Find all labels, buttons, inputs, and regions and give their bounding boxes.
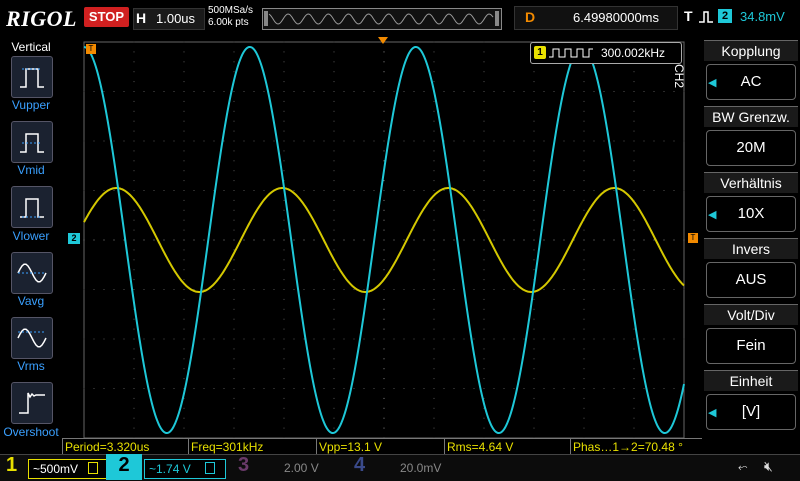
ch2-number[interactable]: 2 xyxy=(106,454,142,480)
measure-button-vupper[interactable] xyxy=(11,56,53,98)
speaker-muted-icon[interactable]: 🔇︎ xyxy=(764,458,773,475)
trigger-label: T xyxy=(684,8,693,24)
sample-rate: 500MSa/s xyxy=(208,5,254,16)
counter-channel: 1 xyxy=(534,46,546,59)
measure-label-vmid: Vmid xyxy=(17,163,45,177)
trigger-level: 34.8mV xyxy=(740,9,785,24)
ch1-bw-icon xyxy=(88,462,98,474)
measure-label-overshoot: Overshoot xyxy=(3,425,59,439)
memory-depth: 6.00k pts xyxy=(208,17,249,28)
rising-edge-icon xyxy=(699,11,713,23)
square-wave-icon xyxy=(549,48,593,58)
menu-title-kopplung: Kopplung xyxy=(704,40,798,61)
ch2-bw-icon xyxy=(205,462,215,474)
measure-category-title: Vertical xyxy=(11,40,51,54)
menu-value-kopplung[interactable]: AC xyxy=(706,64,796,100)
menu-value-bw-grenzw[interactable]: 20M xyxy=(706,130,796,166)
menu-title-bw-grenzw: BW Grenzw. xyxy=(704,106,798,127)
measurement-frequency[interactable]: Freq=301kHz xyxy=(188,438,316,454)
measure-button-vlower[interactable] xyxy=(11,186,53,228)
memory-position-bar[interactable] xyxy=(262,8,502,30)
trigger-level-marker[interactable]: T xyxy=(688,233,698,243)
measurement-vpp[interactable]: Vpp=13.1 V xyxy=(316,438,444,454)
measure-label-vrms: Vrms xyxy=(17,359,45,373)
delay-offset[interactable]: D 6.49980000ms xyxy=(514,6,678,30)
measure-button-overshoot[interactable] xyxy=(11,382,53,424)
horizontal-scale-value: 1.00us xyxy=(156,11,196,26)
measure-label-vavg: Vavg xyxy=(17,294,45,308)
menu-arrow-icon: ◀ xyxy=(708,209,717,221)
ch4-number[interactable]: 4 xyxy=(354,454,365,477)
vlower-icon xyxy=(20,198,44,218)
horizontal-label: H xyxy=(136,10,147,26)
vupper-icon xyxy=(20,68,44,88)
graticule xyxy=(83,41,685,439)
top-status-bar: RIGOL STOP H 1.00us 500MSa/s 6.00k pts D… xyxy=(0,0,800,36)
menu-title-einheit: Einheit xyxy=(704,370,798,391)
run-stop-button[interactable]: STOP xyxy=(84,7,129,27)
menu-arrow-icon: ◀ xyxy=(708,407,717,419)
counter-value: 300.002kHz xyxy=(601,46,666,60)
measure-button-vavg[interactable] xyxy=(11,252,53,294)
measurement-period[interactable]: Period=3.320us xyxy=(62,438,188,454)
measure-label-vlower: Vlower xyxy=(12,229,50,243)
measurement-rms[interactable]: Rms=4.64 V xyxy=(444,438,570,454)
ch4-scale[interactable]: 20.0mV xyxy=(396,459,445,477)
menu-arrow-icon: ◀ xyxy=(708,77,717,89)
memory-overview-waveform xyxy=(264,11,499,26)
menu-value-verh-ltnis[interactable]: 10X xyxy=(706,196,796,232)
trigger-time-marker[interactable] xyxy=(378,37,388,44)
menu-channel-tag: CH2 xyxy=(672,64,686,89)
ch3-number[interactable]: 3 xyxy=(238,454,249,477)
usb-icon: ⬿ xyxy=(738,460,748,474)
delay-label: D xyxy=(525,9,536,25)
ch1-number[interactable]: 1 xyxy=(6,454,17,477)
menu-value-invers[interactable]: AUS xyxy=(706,262,796,298)
menu-value-volt-div[interactable]: Fein xyxy=(706,328,796,364)
vrms-icon xyxy=(17,328,47,348)
menu-title-verh-ltnis: Verhältnis xyxy=(704,172,798,193)
measure-label-vupper: Vupper xyxy=(11,98,51,112)
vmid-icon xyxy=(20,133,44,153)
waveform-display[interactable] xyxy=(62,36,702,440)
ch2-offset-marker[interactable]: 2 xyxy=(68,233,80,244)
menu-value-einheit[interactable]: [V] xyxy=(706,394,796,430)
trigger-status[interactable]: T 2 34.8mV xyxy=(680,6,798,28)
ch3-scale[interactable]: 2.00 V xyxy=(280,459,323,477)
overshoot-icon xyxy=(19,392,45,414)
vavg-icon xyxy=(17,263,47,283)
trigger-position-marker[interactable]: T xyxy=(86,44,96,54)
measurement-phase[interactable]: Phas…1→2=70.48 ° xyxy=(570,438,702,454)
menu-title-volt-div: Volt/Div xyxy=(704,304,798,325)
brand-logo: RIGOL xyxy=(6,6,77,31)
horizontal-scale[interactable]: H 1.00us xyxy=(133,8,205,30)
measure-button-vmid[interactable] xyxy=(11,121,53,163)
trigger-source: 2 xyxy=(718,9,732,23)
delay-value: 6.49980000ms xyxy=(573,10,660,25)
measure-button-vrms[interactable] xyxy=(11,317,53,359)
frequency-counter[interactable]: 1 300.002kHz xyxy=(530,42,682,64)
menu-title-invers: Invers xyxy=(704,238,798,259)
